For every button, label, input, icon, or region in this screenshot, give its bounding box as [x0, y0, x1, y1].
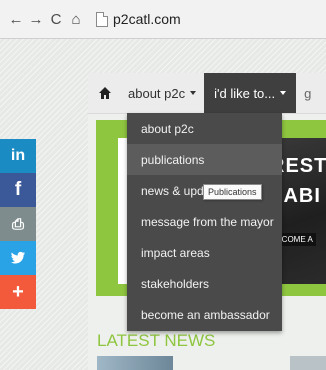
- home-button[interactable]: ⌂: [66, 11, 86, 28]
- about-dropdown-menu: about p2c publications news & upda messa…: [127, 113, 282, 331]
- nav-like-to[interactable]: i'd like to...: [204, 73, 297, 113]
- chevron-down-icon: [280, 91, 287, 95]
- home-icon[interactable]: [98, 86, 112, 100]
- reload-button[interactable]: C: [46, 11, 66, 28]
- nav-about-label: about p2c: [128, 85, 186, 101]
- nav-partial-label: g: [304, 85, 312, 101]
- menu-item-about-p2c[interactable]: about p2c: [127, 113, 282, 144]
- more-share-button[interactable]: +: [0, 275, 36, 309]
- twitter-share-button[interactable]: [0, 241, 36, 275]
- address-bar[interactable]: p2catl.com: [96, 11, 181, 27]
- menu-item-impact-areas[interactable]: impact areas: [127, 237, 282, 268]
- facebook-icon: f: [14, 179, 22, 200]
- url-text: p2catl.com: [113, 11, 181, 27]
- nav-like-label: i'd like to...: [214, 85, 276, 101]
- menu-item-stakeholders[interactable]: stakeholders: [127, 268, 282, 299]
- menu-item-become-ambassador[interactable]: become an ambassador: [127, 299, 282, 330]
- chevron-down-icon: [190, 91, 197, 95]
- linkedin-icon: in: [10, 147, 26, 164]
- forward-button[interactable]: →: [26, 11, 46, 28]
- printer-icon: ⎙: [11, 215, 24, 233]
- main-nav: about p2c i'd like to... g: [88, 73, 326, 114]
- plus-icon: +: [12, 280, 24, 303]
- news-thumbnail[interactable]: [290, 356, 326, 370]
- page-icon: [96, 11, 108, 27]
- menu-item-message-from-mayor[interactable]: message from the mayor: [127, 206, 282, 237]
- print-button[interactable]: ⎙: [0, 207, 36, 241]
- latest-news-heading: LATEST NEWS: [97, 331, 216, 350]
- publications-tooltip: Publications: [203, 184, 262, 200]
- nav-partial[interactable]: g: [296, 73, 319, 113]
- back-button[interactable]: ←: [6, 11, 26, 28]
- linkedin-share-button[interactable]: in: [0, 139, 36, 173]
- facebook-share-button[interactable]: f: [0, 173, 36, 207]
- browser-toolbar: ← → C ⌂ p2catl.com: [0, 0, 326, 39]
- menu-item-publications[interactable]: publications: [127, 144, 282, 175]
- nav-about[interactable]: about p2c: [120, 73, 204, 113]
- news-thumbnail[interactable]: [97, 356, 173, 370]
- twitter-icon: [11, 251, 25, 264]
